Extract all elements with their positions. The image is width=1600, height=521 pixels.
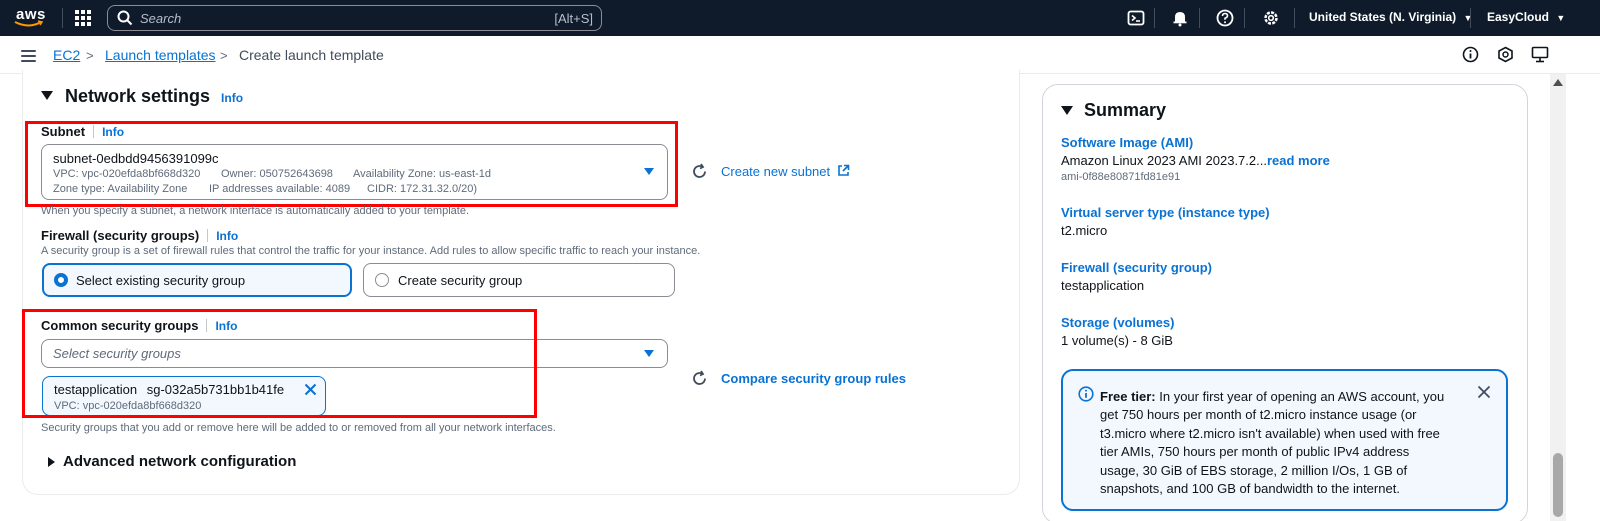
breadcrumb-launch-templates[interactable]: Launch templates (105, 47, 216, 63)
option-create-new[interactable]: Create security group (363, 263, 675, 297)
search-box[interactable]: Search [Alt+S] (107, 5, 602, 31)
summary-firewall-value: testapplication (1061, 278, 1145, 293)
aws-logo[interactable]: aws (14, 6, 48, 30)
network-settings-title: Network settings (65, 86, 211, 106)
account-menu[interactable]: EasyCloud ▼ (1487, 10, 1565, 24)
collapse-caret-icon[interactable] (41, 91, 53, 100)
advanced-network-toggle[interactable]: Advanced network configuration (63, 453, 296, 470)
nav-divider (1199, 8, 1200, 28)
info-link[interactable]: Info (221, 91, 243, 105)
summary-storage-value: 1 volume(s) - 8 GiB (1061, 333, 1173, 348)
feedback-icon[interactable] (1497, 46, 1514, 63)
firewall-label-row: Firewall (security groups) Info (41, 228, 238, 243)
nav-divider (62, 8, 63, 28)
refresh-icon[interactable] (691, 163, 708, 180)
nav-divider (1294, 8, 1295, 28)
highlight-box (25, 121, 678, 207)
cloudshell-icon[interactable] (1127, 9, 1145, 27)
caret-down-icon: ▼ (1556, 13, 1566, 23)
close-icon[interactable] (1477, 385, 1491, 399)
summary-instance-value: t2.micro (1061, 223, 1108, 238)
csg-description: Security groups that you add or remove h… (41, 422, 556, 434)
chevron-right-icon: > (220, 48, 228, 63)
services-grid-icon[interactable] (75, 10, 91, 26)
compare-rules-link[interactable]: Compare security group rules (721, 371, 906, 386)
top-navigation: aws Search [Alt+S] United States (N. Vir… (0, 0, 1600, 36)
nav-divider (1244, 8, 1245, 28)
breadcrumb-ec2[interactable]: EC2 (53, 47, 80, 63)
external-link-icon (837, 164, 850, 176)
firewall-label: Firewall (security groups) (41, 228, 200, 243)
free-tier-alert: Free tier: In your first year of opening… (1061, 369, 1508, 511)
option-create-label: Create security group (398, 273, 523, 288)
region-selector[interactable]: United States (N. Virginia) ▼ (1309, 10, 1472, 24)
expand-caret-icon[interactable] (48, 457, 55, 467)
summary-title: Summary (1084, 100, 1167, 120)
menu-icon[interactable] (21, 50, 36, 62)
option-select-existing[interactable]: Select existing security group (42, 263, 352, 297)
chevron-right-icon: > (86, 48, 94, 63)
search-icon (117, 10, 133, 26)
nav-divider (1470, 8, 1471, 28)
info-icon (1078, 386, 1094, 402)
summary-ami-id: ami-0f88e80871fd81e91 (1061, 171, 1181, 183)
region-label: United States (N. Virginia) (1309, 10, 1457, 24)
radio-unselected[interactable] (375, 273, 389, 287)
section-title: Network settings Info (65, 86, 243, 107)
gear-icon[interactable] (1262, 9, 1280, 27)
summary-ami-value: Amazon Linux 2023 AMI 2023.7.2... (1061, 153, 1267, 168)
scroll-up-icon[interactable] (1553, 79, 1563, 86)
search-shortcut: [Alt+S] (554, 11, 593, 26)
option-existing-label: Select existing security group (76, 273, 246, 288)
help-icon[interactable] (1216, 9, 1234, 27)
radio-selected[interactable] (54, 273, 68, 287)
highlight-box (22, 309, 537, 418)
account-label: EasyCloud (1487, 10, 1550, 24)
caret-down-icon: ▼ (1463, 13, 1473, 23)
nav-divider (1154, 8, 1155, 28)
breadcrumb-current: Create launch template (239, 47, 384, 63)
info-circle-icon[interactable] (1462, 46, 1479, 63)
dropdown-caret-icon (644, 350, 654, 357)
firewall-description: A security group is a set of firewall ru… (41, 245, 701, 257)
aws-smile-icon (14, 20, 44, 27)
create-new-subnet-link[interactable]: Create new subnet (721, 164, 850, 179)
info-link[interactable]: Info (216, 229, 238, 243)
free-tier-title: Free tier: (1100, 389, 1156, 404)
subnet-description: When you specify a subnet, a network int… (41, 205, 470, 217)
display-icon[interactable] (1531, 46, 1549, 63)
summary-firewall-link[interactable]: Firewall (security group) (1061, 260, 1212, 275)
scrollbar-thumb[interactable] (1553, 453, 1563, 517)
read-more-link[interactable]: read more (1267, 153, 1330, 168)
free-tier-body: In your first year of opening an AWS acc… (1100, 389, 1445, 497)
collapse-caret-icon[interactable] (1061, 106, 1073, 115)
free-tier-text: Free tier: In your first year of opening… (1100, 388, 1445, 498)
search-input[interactable]: Search (140, 11, 181, 26)
bell-icon[interactable] (1171, 9, 1189, 27)
create-subnet-label: Create new subnet (721, 164, 831, 179)
summary-ami-value-row: Amazon Linux 2023 AMI 2023.7.2...read mo… (1061, 153, 1330, 168)
summary-instance-link[interactable]: Virtual server type (instance type) (1061, 205, 1270, 220)
refresh-icon[interactable] (691, 370, 708, 387)
summary-storage-link[interactable]: Storage (volumes) (1061, 315, 1174, 330)
summary-ami-link[interactable]: Software Image (AMI) (1061, 135, 1193, 150)
